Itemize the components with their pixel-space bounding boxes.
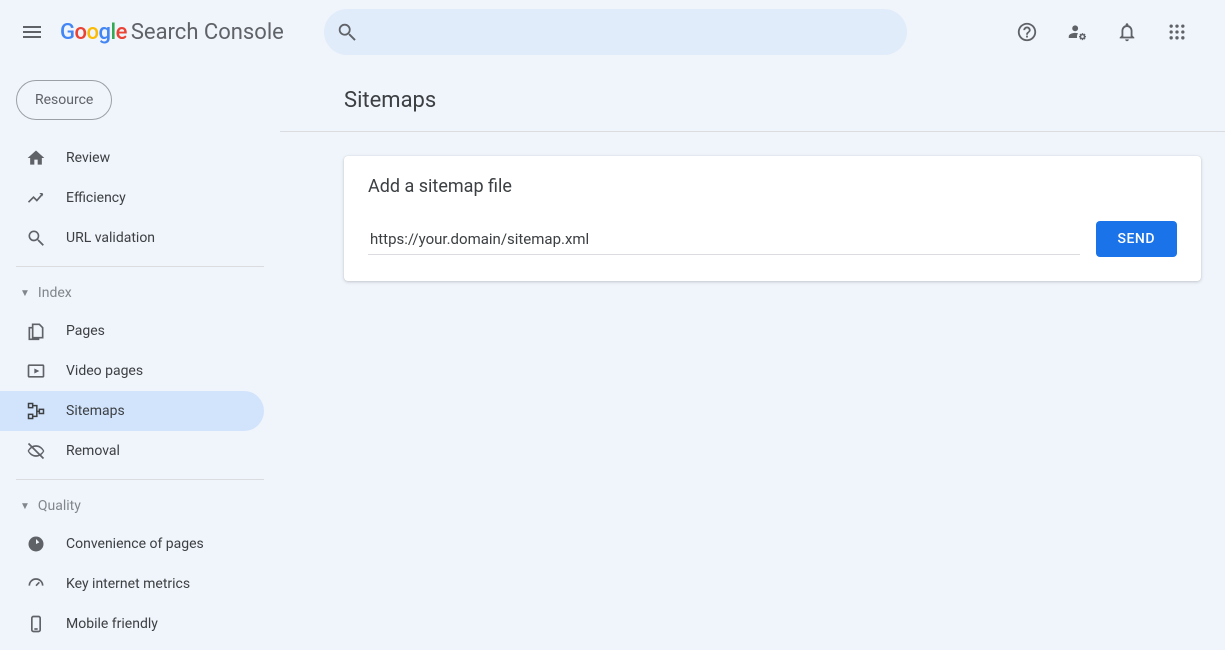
search-icon	[26, 228, 46, 248]
apps-grid-icon	[1167, 22, 1187, 42]
nav-item-review[interactable]: Review	[0, 138, 264, 178]
nav-item-removal[interactable]: Removal	[0, 431, 264, 471]
nav-item-label: Removal	[66, 443, 120, 459]
nav-item-label: Sitemaps	[66, 403, 125, 419]
trend-icon	[26, 188, 46, 208]
nav-item-label: Pages	[66, 323, 105, 339]
divider	[16, 266, 264, 267]
nav-item-pages[interactable]: Pages	[0, 311, 264, 351]
nav-item-label: Review	[66, 150, 110, 166]
product-logo[interactable]: Google Search Console	[60, 20, 284, 45]
metrics-icon	[26, 574, 46, 594]
nav-item-label: Convenience of pages	[66, 536, 204, 552]
sidebar: Resource Review Efficiency URL validatio…	[0, 64, 280, 650]
pages-icon	[26, 321, 46, 341]
sitemap-url-input[interactable]	[368, 223, 1080, 255]
apps-grid-button[interactable]	[1165, 20, 1189, 44]
main-content: Sitemaps Add a sitemap file SEND	[280, 64, 1225, 650]
hamburger-icon	[20, 20, 44, 44]
home-icon	[26, 148, 46, 168]
notifications-button[interactable]	[1115, 20, 1139, 44]
add-sitemap-card: Add a sitemap file SEND	[344, 156, 1201, 281]
chevron-down-icon: ▼	[20, 288, 30, 299]
manage-users-button[interactable]	[1065, 20, 1089, 44]
convenience-icon	[26, 534, 46, 554]
video-icon	[26, 361, 46, 381]
nav-item-url-validation[interactable]: URL validation	[0, 218, 264, 258]
bell-icon	[1116, 21, 1138, 43]
send-button[interactable]: SEND	[1096, 221, 1177, 257]
nav-item-label: Efficiency	[66, 190, 126, 206]
nav-item-label: Video pages	[66, 363, 143, 379]
global-search-input[interactable]	[324, 9, 907, 55]
mobile-icon	[26, 614, 46, 634]
section-quality-toggle[interactable]: ▼ Quality	[0, 488, 280, 524]
person-gear-icon	[1066, 21, 1088, 43]
card-title: Add a sitemap file	[368, 176, 1177, 197]
top-bar: Google Search Console	[0, 0, 1225, 64]
nav-item-sitemaps[interactable]: Sitemaps	[0, 391, 264, 431]
help-icon	[1016, 21, 1038, 43]
divider	[280, 131, 1225, 132]
hamburger-menu-button[interactable]	[8, 8, 56, 56]
divider	[16, 479, 264, 480]
search-icon	[336, 21, 358, 43]
nav-item-key-metrics[interactable]: Key internet metrics	[0, 564, 264, 604]
nav-item-mobile-friendly[interactable]: Mobile friendly	[0, 604, 264, 644]
nav-item-efficiency[interactable]: Efficiency	[0, 178, 264, 218]
section-label-text: Index	[38, 285, 72, 301]
removal-icon	[26, 441, 46, 461]
section-index-toggle[interactable]: ▼ Index	[0, 275, 280, 311]
nav-item-video-pages[interactable]: Video pages	[0, 351, 264, 391]
product-name: Search Console	[131, 20, 284, 45]
topbar-icons	[1015, 20, 1217, 44]
nav-item-label: URL validation	[66, 230, 155, 246]
chevron-down-icon: ▼	[20, 501, 30, 512]
resource-selector-label: Resource	[35, 92, 93, 108]
nav-item-label: Key internet metrics	[66, 576, 190, 592]
sitemaps-icon	[26, 401, 46, 421]
resource-selector[interactable]: Resource	[16, 80, 112, 120]
help-button[interactable]	[1015, 20, 1039, 44]
page-title: Sitemaps	[344, 88, 1201, 113]
nav-item-convenience[interactable]: Convenience of pages	[0, 524, 264, 564]
nav-item-label: Mobile friendly	[66, 616, 158, 632]
section-label-text: Quality	[38, 498, 81, 514]
google-logo-text: Google	[60, 20, 127, 45]
